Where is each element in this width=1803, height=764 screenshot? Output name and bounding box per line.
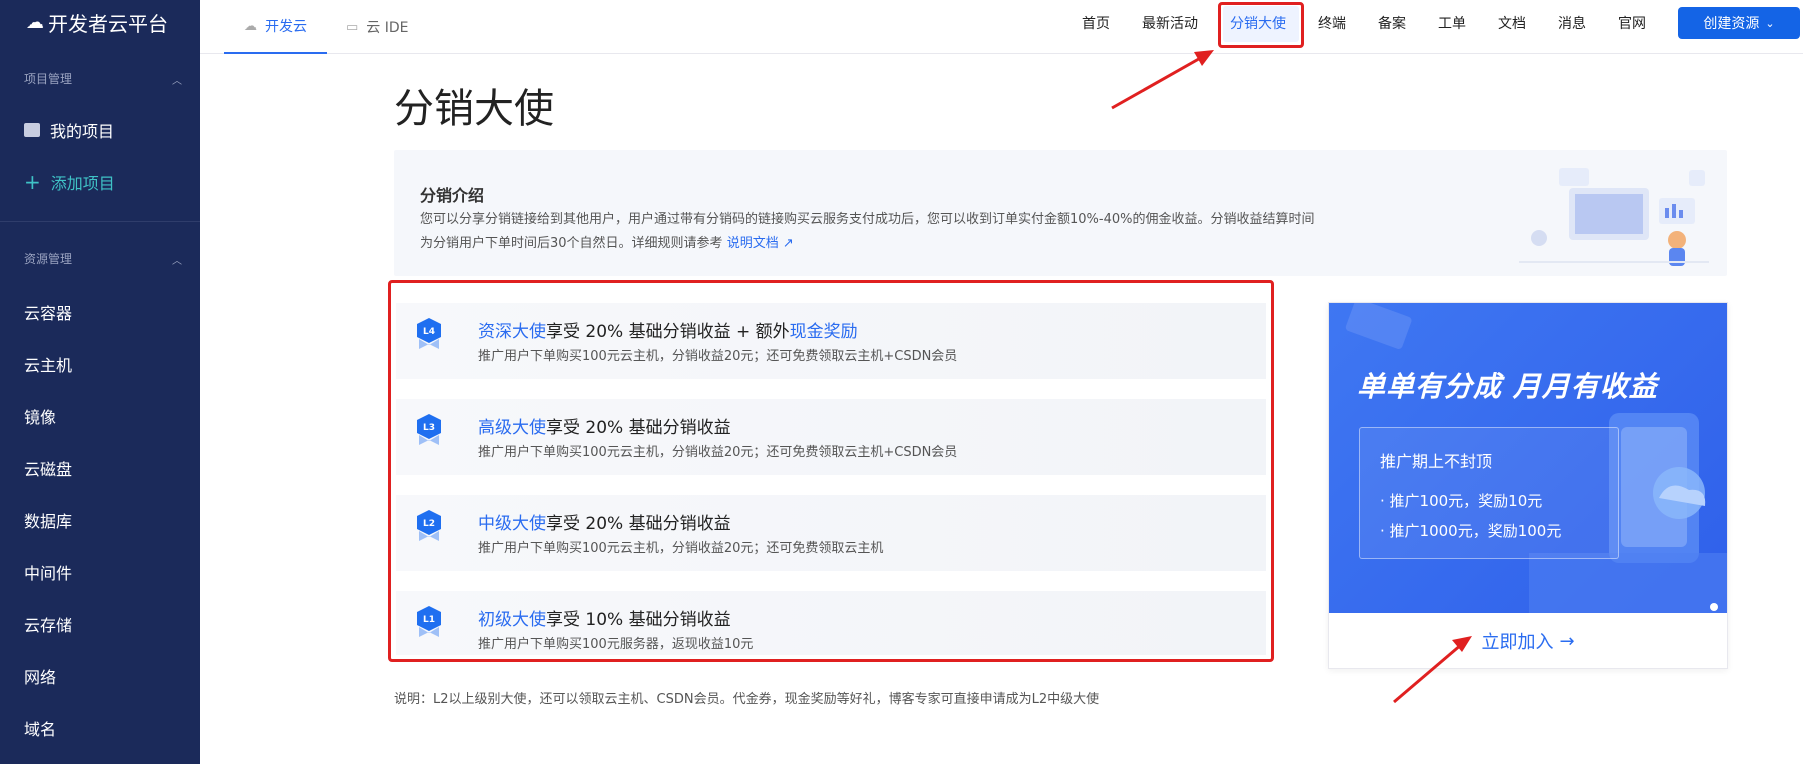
annotation-arrows — [1111, 50, 1472, 704]
